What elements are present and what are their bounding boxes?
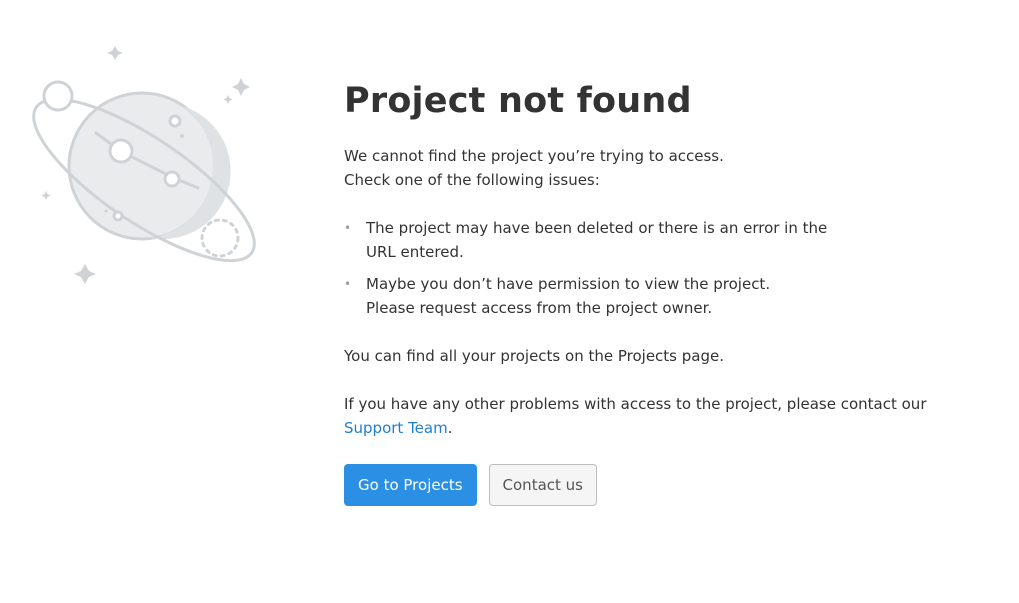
projects-note: You can find all your projects on the Pr… <box>344 347 724 365</box>
bullet-icon: • <box>344 221 352 235</box>
list-item: • Maybe you don’t have permission to vie… <box>344 272 836 320</box>
contact-us-button[interactable]: Contact us <box>488 464 597 506</box>
issue-list: • The project may have been deleted or t… <box>344 216 984 320</box>
contact-text-body: If you have any other problems with acce… <box>344 395 927 413</box>
issue-line-2: Please request access from the project o… <box>366 299 713 317</box>
intro-line-2: Check one of the following issues: <box>344 171 600 189</box>
go-to-projects-button[interactable]: Go to Projects <box>344 464 477 506</box>
bullet-icon: • <box>344 277 352 291</box>
support-team-link[interactable]: Support Team <box>344 419 448 437</box>
intro-text: We cannot find the project you’re trying… <box>344 144 984 192</box>
issue-line-1: The project may have been deleted or the… <box>366 219 828 237</box>
issue-line-1: Maybe you don’t have permission to view … <box>366 275 771 293</box>
action-buttons: Go to Projects Contact us <box>344 464 984 506</box>
contact-text: If you have any other problems with acce… <box>344 392 984 440</box>
planet-illustration-icon <box>32 46 256 284</box>
intro-line-1: We cannot find the project you’re trying… <box>344 147 724 165</box>
issue-line-2: URL entered. <box>366 243 464 261</box>
page-title: Project not found <box>344 81 692 121</box>
list-item: • The project may have been deleted or t… <box>344 216 836 264</box>
contact-text-end: . <box>447 419 453 437</box>
error-content: Project not found We cannot find the pro… <box>344 80 984 506</box>
